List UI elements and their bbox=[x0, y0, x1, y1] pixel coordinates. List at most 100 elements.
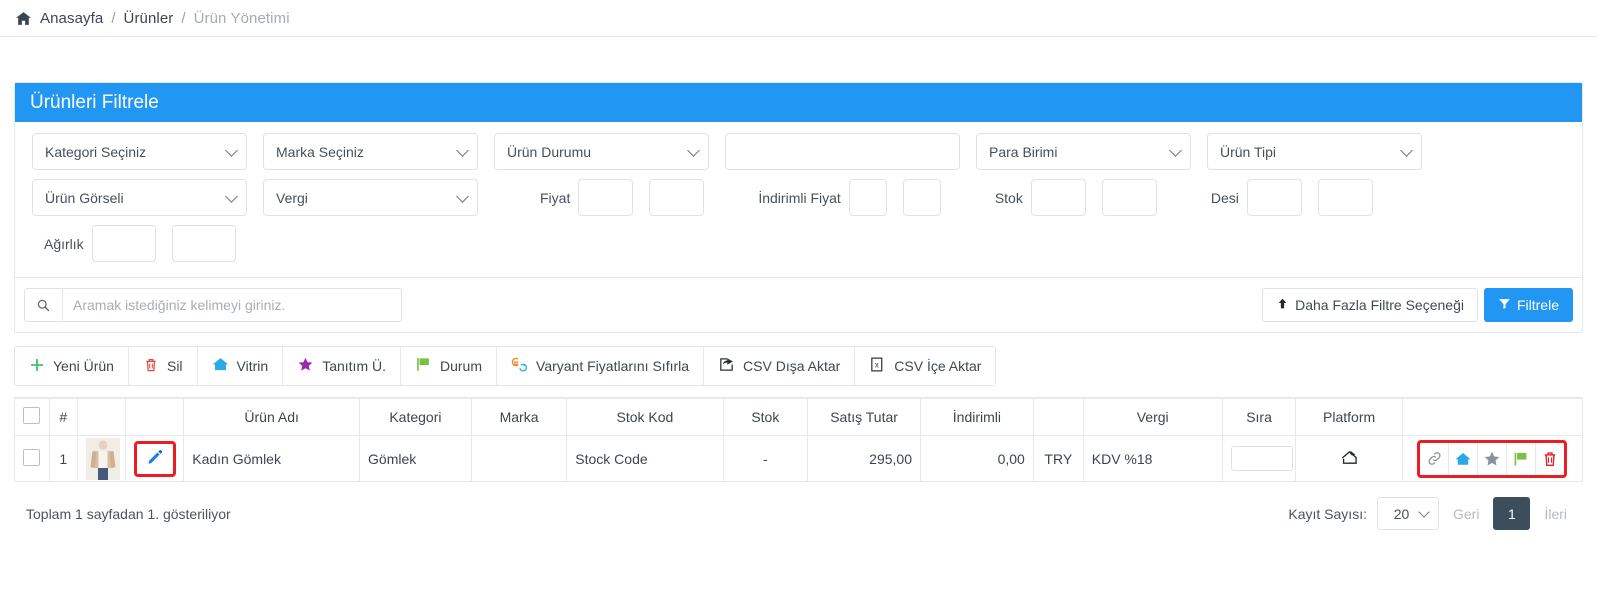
row-stock-code: Stock Code bbox=[566, 435, 724, 482]
arrow-up-icon bbox=[1276, 297, 1289, 313]
house-share-icon[interactable] bbox=[1339, 451, 1359, 470]
filter-button[interactable]: Filtrele bbox=[1483, 288, 1573, 322]
svg-text:x: x bbox=[875, 360, 879, 369]
filter-select-kategori-label: Kategori Seçiniz bbox=[45, 143, 147, 160]
breadcrumb-item-anasayfa[interactable]: Anasayfa bbox=[40, 10, 103, 27]
home-icon bbox=[212, 356, 229, 376]
pagination-prev[interactable]: Geri bbox=[1449, 506, 1483, 522]
showcase-label: Vitrin bbox=[236, 358, 269, 374]
row-platform-cell bbox=[1295, 435, 1403, 482]
trash-icon[interactable] bbox=[1536, 443, 1564, 475]
row-actions-cell bbox=[1401, 435, 1584, 482]
delete-button[interactable]: Sil bbox=[128, 347, 198, 385]
filter-agirlik-min[interactable] bbox=[91, 225, 156, 262]
products-table-wrap: # Ürün Adı Kategori Marka Stok Kod Stok … bbox=[14, 397, 1584, 482]
refresh-price-icon bbox=[511, 356, 528, 376]
plus-icon bbox=[29, 357, 45, 376]
breadcrumb-separator: / bbox=[181, 9, 186, 27]
new-product-button[interactable]: Yeni Ürün bbox=[15, 347, 129, 385]
reset-variant-prices-button[interactable]: Varyant Fiyatlarını Sıfırla bbox=[497, 347, 705, 385]
chevron-down-icon bbox=[687, 143, 700, 157]
export-icon bbox=[718, 356, 735, 376]
filter-indirimli-fiyat-min[interactable] bbox=[848, 179, 887, 216]
filter-select-vergi-label: Vergi bbox=[276, 189, 308, 206]
pencil-icon bbox=[146, 448, 164, 469]
filter-select-urun-durumu[interactable]: Ürün Durumu bbox=[494, 133, 709, 170]
delete-label: Sil bbox=[166, 358, 183, 374]
filter-select-para-birimi[interactable]: Para Birimi bbox=[976, 133, 1191, 170]
row-order-input[interactable] bbox=[1230, 446, 1293, 471]
csv-import-button[interactable]: x CSV İçe Aktar bbox=[855, 347, 996, 385]
filter-select-para-birimi-label: Para Birimi bbox=[989, 143, 1058, 160]
csv-import-label: CSV İçe Aktar bbox=[894, 358, 982, 374]
pagination-summary: Toplam 1 sayfadan 1. gösteriliyor bbox=[26, 505, 231, 522]
search-field[interactable] bbox=[24, 288, 402, 322]
filter-select-vergi[interactable]: Vergi bbox=[263, 179, 478, 216]
filter-select-marka-label: Marka Seçiniz bbox=[276, 143, 364, 160]
csv-export-button[interactable]: CSV Dışa Aktar bbox=[704, 347, 856, 385]
header-marka: Marka bbox=[470, 398, 568, 436]
search-input[interactable] bbox=[63, 289, 401, 321]
filter-panel: Ürünleri Filtrele Kategori Seçiniz Marka… bbox=[14, 82, 1583, 333]
breadcrumb-separator: / bbox=[111, 9, 116, 27]
pagination-page-1[interactable]: 1 bbox=[1493, 497, 1531, 530]
page-content: Ürünleri Filtrele Kategori Seçiniz Marka… bbox=[0, 82, 1597, 530]
filter-select-urun-gorseli[interactable]: Ürün Görseli bbox=[32, 179, 247, 216]
breadcrumb: Anasayfa / Ürünler / Ürün Yönetimi bbox=[0, 0, 1597, 37]
promoted-product-button[interactable]: Tanıtım Ü. bbox=[283, 347, 401, 385]
header-satis-tutar: Satış Tutar bbox=[807, 398, 921, 436]
csv-export-label: CSV Dışa Aktar bbox=[743, 358, 841, 374]
star-icon bbox=[297, 356, 314, 376]
row-price: 295,00 bbox=[807, 435, 921, 482]
filter-panel-body: Kategori Seçiniz Marka Seçiniz Ürün Duru… bbox=[15, 122, 1582, 277]
more-filter-options-label: Daha Fazla Filtre Seçeneği bbox=[1295, 297, 1464, 313]
row-product-name: Kadın Gömlek bbox=[183, 435, 361, 482]
filter-row-1: Kategori Seçiniz Marka Seçiniz Ürün Duru… bbox=[24, 133, 1573, 170]
select-all-checkbox[interactable] bbox=[23, 407, 41, 424]
filter-stok-max[interactable] bbox=[1101, 179, 1157, 216]
header-currency bbox=[1032, 398, 1084, 436]
flag-icon bbox=[415, 356, 432, 376]
filter-button-label: Filtrele bbox=[1516, 297, 1559, 313]
header-platform: Platform bbox=[1295, 398, 1403, 436]
link-icon[interactable] bbox=[1420, 442, 1450, 475]
filter-select-marka[interactable]: Marka Seçiniz bbox=[263, 133, 478, 170]
row-discount-price: 0,00 bbox=[920, 435, 1034, 482]
status-button[interactable]: Durum bbox=[401, 347, 498, 385]
filter-stok-min[interactable] bbox=[1030, 179, 1086, 216]
filter-fiyat-min[interactable] bbox=[578, 179, 634, 216]
filter-panel-title: Ürünleri Filtrele bbox=[15, 83, 1582, 122]
filter-row-3: Ağırlık bbox=[24, 225, 1573, 262]
more-filter-options-button[interactable]: Daha Fazla Filtre Seçeneği bbox=[1262, 288, 1478, 322]
row-checkbox[interactable] bbox=[23, 448, 41, 466]
filter-text-input-blank[interactable] bbox=[725, 133, 960, 170]
page-size-select[interactable]: 20 bbox=[1376, 497, 1439, 530]
product-photo bbox=[85, 437, 120, 480]
filter-select-urun-tipi-label: Ürün Tipi bbox=[1220, 143, 1277, 160]
flag-icon[interactable] bbox=[1507, 442, 1537, 475]
breadcrumb-item-urunler[interactable]: Ürünler bbox=[124, 10, 174, 27]
pagination-next[interactable]: İleri bbox=[1540, 506, 1571, 522]
filter-indirimli-fiyat-max[interactable] bbox=[902, 179, 941, 216]
row-vat: KDV %18 bbox=[1082, 435, 1223, 482]
table-toolbar: Yeni Ürün Sil Vitrin Tanıtım Ü. Durum Va… bbox=[14, 346, 997, 386]
filter-fiyat-max[interactable] bbox=[649, 179, 705, 216]
showcase-button[interactable]: Vitrin bbox=[197, 347, 284, 385]
chevron-down-icon bbox=[225, 143, 238, 157]
star-icon[interactable] bbox=[1478, 442, 1508, 475]
header-vergi: Vergi bbox=[1082, 398, 1223, 436]
header-image bbox=[76, 398, 126, 436]
filter-agirlik-max[interactable] bbox=[171, 225, 236, 262]
row-edit-cell bbox=[124, 435, 185, 482]
home-icon[interactable] bbox=[1449, 442, 1479, 475]
filter-row-2: Ürün Görseli Vergi Fiyat İndirimli Fiyat… bbox=[24, 179, 1573, 216]
filter-select-kategori[interactable]: Kategori Seçiniz bbox=[32, 133, 247, 170]
filter-search-row: Daha Fazla Filtre Seçeneği Filtrele bbox=[15, 277, 1582, 332]
header-index: # bbox=[48, 398, 78, 436]
filter-desi-max[interactable] bbox=[1317, 179, 1373, 216]
chevron-down-icon bbox=[456, 189, 469, 203]
table-row: 1 Kadın Gömlek Gömlek Stock Code - 295,0… bbox=[14, 435, 1584, 482]
filter-select-urun-tipi[interactable]: Ürün Tipi bbox=[1207, 133, 1422, 170]
edit-product-button[interactable] bbox=[133, 440, 176, 477]
filter-desi-min[interactable] bbox=[1246, 179, 1302, 216]
